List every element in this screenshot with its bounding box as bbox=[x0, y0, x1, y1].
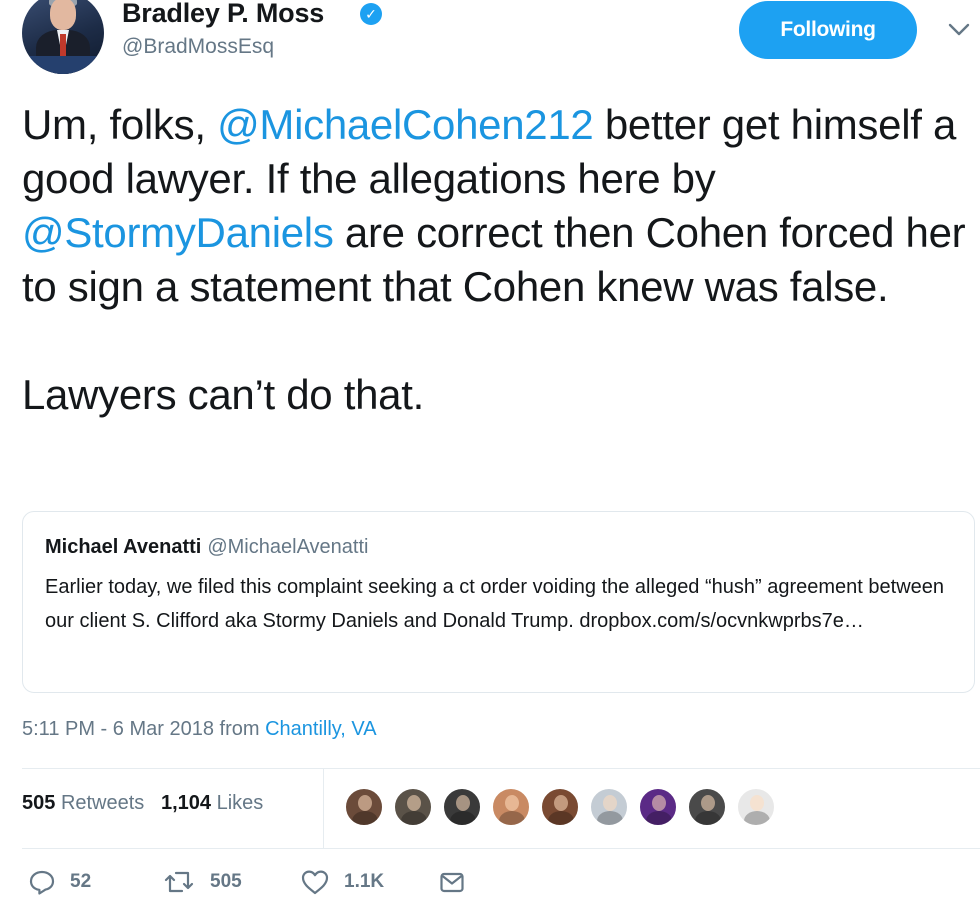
reply-count: 52 bbox=[70, 871, 92, 892]
like-button[interactable]: 1.1K bbox=[300, 868, 384, 896]
like-count: 1.1K bbox=[344, 871, 385, 892]
tweet-header: Bradley P. Moss ✓ @BradMossEsq Following bbox=[0, 0, 980, 80]
liker-avatar-2[interactable] bbox=[393, 787, 433, 827]
divider-top bbox=[22, 768, 980, 769]
chevron-down-icon[interactable] bbox=[944, 14, 974, 44]
tweet-text-segment: Um, folks, bbox=[22, 101, 218, 148]
tweet-timestamp[interactable]: 5:11 PM - 6 Mar 2018 bbox=[22, 718, 214, 740]
quoted-author-name: Michael Avenatti bbox=[45, 536, 202, 558]
liker-avatar-5[interactable] bbox=[540, 787, 580, 827]
quoted-tweet-header: Michael Avenatti @MichaelAvenatti bbox=[45, 536, 368, 559]
retweet-count: 505 bbox=[210, 871, 242, 892]
retweets-count: 505 bbox=[22, 792, 56, 814]
quoted-author-handle: @MichaelAvenatti bbox=[207, 536, 369, 558]
author-avatar[interactable] bbox=[22, 0, 104, 74]
liker-avatar-4[interactable] bbox=[491, 787, 531, 827]
retweets-label: Retweets bbox=[60, 792, 145, 814]
tweet-location-link[interactable]: Chantilly, VA bbox=[265, 718, 377, 740]
author-handle[interactable]: @BradMossEsq bbox=[122, 35, 274, 59]
reply-icon bbox=[29, 870, 55, 895]
liker-avatar-1[interactable] bbox=[344, 787, 384, 827]
liker-avatar-8[interactable] bbox=[687, 787, 727, 827]
likes-stat[interactable]: 1,104 Likes bbox=[161, 792, 263, 814]
liker-avatar-6[interactable] bbox=[589, 787, 629, 827]
tweet-actions: 52 505 1.1K bbox=[22, 868, 622, 904]
stats-separator bbox=[323, 768, 324, 848]
liker-avatar-7[interactable] bbox=[638, 787, 678, 827]
retweets-stat[interactable]: 505 Retweets bbox=[22, 792, 144, 814]
from-label: from bbox=[213, 718, 266, 740]
verified-badge-icon: ✓ bbox=[360, 3, 382, 25]
tweet-meta: 5:11 PM - 6 Mar 2018 from Chantilly, VA bbox=[22, 718, 377, 741]
envelope-icon bbox=[440, 872, 464, 893]
retweet-button[interactable]: 505 bbox=[162, 868, 242, 896]
retweet-icon bbox=[164, 871, 194, 893]
divider-bottom bbox=[22, 848, 980, 849]
mention-link[interactable]: @StormyDaniels bbox=[22, 209, 334, 256]
likes-count: 1,104 bbox=[160, 792, 212, 814]
liker-avatar-3[interactable] bbox=[442, 787, 482, 827]
tweet-text: Um, folks, @MichaelCohen212 better get h… bbox=[22, 98, 977, 422]
reply-button[interactable]: 52 bbox=[28, 868, 91, 896]
following-button[interactable]: Following bbox=[739, 1, 917, 59]
liker-avatar-9[interactable] bbox=[736, 787, 776, 827]
quoted-tweet-body: Earlier today, we filed this complaint s… bbox=[45, 576, 945, 632]
engagement-stats: 505 Retweets 1,104 Likes bbox=[22, 792, 263, 815]
likes-label: Likes bbox=[216, 792, 264, 814]
heart-icon bbox=[301, 870, 329, 895]
quoted-tweet[interactable]: Michael Avenatti @MichaelAvenatti Earlier… bbox=[22, 511, 975, 693]
direct-message-button[interactable] bbox=[438, 868, 466, 896]
mention-link[interactable]: @MichaelCohen212 bbox=[217, 101, 594, 148]
author-name[interactable]: Bradley P. Moss bbox=[122, 0, 324, 29]
